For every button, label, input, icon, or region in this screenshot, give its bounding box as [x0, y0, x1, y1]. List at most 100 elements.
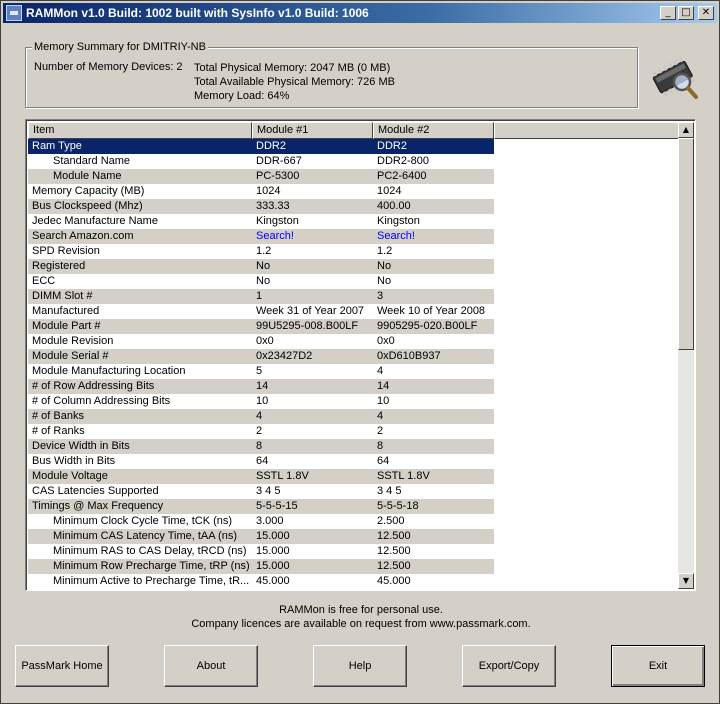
row-module-2-value: 3 4 5: [377, 485, 402, 497]
table-row[interactable]: Minimum RAS to CAS Delay, tRCD (ns) 15.00…: [28, 544, 679, 559]
table-row[interactable]: SPD Revision 1.2 1.2: [28, 244, 679, 259]
table-row[interactable]: Bus Clockspeed (Mhz) 333.33 400.00: [28, 199, 679, 214]
table-row[interactable]: Module Part #99U5295-008.B00LF 9905295-02…: [28, 319, 679, 334]
row-module-1-value: 8: [252, 439, 373, 454]
row-filler: [494, 424, 679, 439]
amazon-search-link[interactable]: Search!: [373, 229, 494, 244]
row-filler: [494, 139, 679, 154]
row-module-2-value: 1.2: [377, 245, 393, 257]
module-details-table[interactable]: Item Module #1 Module #2 Ram Type DDR2 DDR…: [25, 119, 696, 591]
table-row[interactable]: Ram Type DDR2 DDR2: [28, 139, 679, 154]
table-row[interactable]: Jedec Manufacture Name Kingston Kingston: [28, 214, 679, 229]
row-item-label: Minimum Clock Cycle Time, tCK (ns): [53, 515, 233, 527]
table-row[interactable]: Manufactured Week 31 of Year 2007 Week 10 …: [28, 304, 679, 319]
table-row[interactable]: # of Banks 4 4: [28, 409, 679, 424]
row-item-label: Module Serial #: [28, 349, 252, 364]
row-module-1-value: SSTL 1.8V: [252, 469, 373, 484]
passmark-home-button[interactable]: PassMark Home: [15, 645, 109, 687]
row-module-1-value: 2: [256, 425, 263, 437]
row-module-2-value: No: [373, 259, 494, 274]
table-row[interactable]: Minimum Clock Cycle Time, tCK (ns) 3.000 2…: [28, 514, 679, 529]
table-row[interactable]: Standard Name DDR-667 DDR2-800: [28, 154, 679, 169]
column-header-item[interactable]: Item: [28, 122, 252, 139]
column-header-module-1[interactable]: Module #1: [252, 122, 373, 139]
vertical-scrollbar[interactable]: ▲ ▼: [678, 122, 694, 589]
minimize-button[interactable]: _: [660, 6, 676, 20]
row-item-label: Bus Clockspeed (Mhz): [28, 199, 252, 214]
table-row[interactable]: Minimum Row Precharge Time, tRP (ns) 15.0…: [28, 559, 679, 574]
table-row[interactable]: # of Ranks 2 2: [28, 424, 679, 439]
row-module-1-value: 1: [252, 289, 373, 304]
table-row[interactable]: Search Amazon.com Search! Search!: [28, 229, 679, 244]
row-filler: [494, 274, 679, 289]
row-module-2-value: 45.000: [377, 575, 411, 587]
table-row[interactable]: Module Manufacturing Location 5 4: [28, 364, 679, 379]
row-filler: [494, 394, 679, 409]
row-filler: [494, 514, 679, 529]
table-row[interactable]: DIMM Slot #1 3: [28, 289, 679, 304]
row-item-label: Jedec Manufacture Name: [32, 215, 158, 227]
table-row[interactable]: Module Serial #0x23427D2 0xD610B937: [28, 349, 679, 364]
row-module-1-value: 5: [256, 365, 263, 377]
table-row[interactable]: ECC No No: [28, 274, 679, 289]
table-row[interactable]: # of Column Addressing Bits 10 10: [28, 394, 679, 409]
total-physical-memory: Total Physical Memory: 2047 MB (0 MB): [194, 62, 391, 74]
table-row[interactable]: # of Row Addressing Bits 14 14: [28, 379, 679, 394]
table-row[interactable]: Minimum CAS Latency Time, tAA (ns) 15.000…: [28, 529, 679, 544]
maximize-button[interactable]: □: [678, 6, 694, 20]
table-row[interactable]: Memory Capacity (MB) 1024 1024: [28, 184, 679, 199]
table-row[interactable]: Module Name PC-5300 PC2-6400: [28, 169, 679, 184]
table-row[interactable]: Bus Width in Bits 64 64: [28, 454, 679, 469]
close-button[interactable]: ✕: [698, 6, 714, 20]
row-filler: [494, 199, 679, 214]
row-module-1-value: 15.000: [252, 559, 373, 574]
row-item-label: Module Revision: [32, 335, 114, 347]
memory-load: Memory Load: 64%: [194, 90, 290, 102]
row-module-2-value: DDR2-800: [377, 155, 429, 167]
row-module-1-value: DDR2: [252, 139, 373, 154]
row-item-label: SPD Revision: [32, 245, 100, 257]
row-module-2-value: 400.00: [373, 199, 494, 214]
exit-button[interactable]: Exit: [611, 645, 705, 687]
amazon-search-link[interactable]: Search!: [252, 229, 373, 244]
scroll-down-arrow-icon[interactable]: ▼: [678, 573, 694, 589]
row-item-label: Registered: [28, 259, 252, 274]
row-module-2-value: 0xD610B937: [373, 349, 494, 364]
row-item-label: Bus Width in Bits: [32, 455, 116, 467]
about-button[interactable]: About: [164, 645, 258, 687]
row-filler: [494, 289, 679, 304]
row-module-1-value: 333.33: [252, 199, 373, 214]
row-module-2-value: 4: [377, 365, 384, 377]
row-filler: [494, 229, 679, 244]
export-copy-button[interactable]: Export/Copy: [462, 645, 556, 687]
table-row[interactable]: Registered No No: [28, 259, 679, 274]
row-module-2-value: 1024: [377, 185, 402, 197]
row-module-1-value: PC-5300: [252, 169, 373, 184]
row-filler: [494, 169, 679, 184]
column-header-module-2[interactable]: Module #2: [373, 122, 494, 139]
table-row[interactable]: Device Width in Bits 8 8: [28, 439, 679, 454]
row-module-1-value: 1.2: [256, 245, 272, 257]
row-module-1-value: No: [256, 275, 271, 287]
row-module-2-value: 0x0: [377, 335, 395, 347]
title-bar[interactable]: RAMMon v1.0 Build: 1002 built with SysIn…: [3, 3, 717, 23]
help-button[interactable]: Help: [313, 645, 407, 687]
table-row[interactable]: CAS Latencies Supported 3 4 5 3 4 5: [28, 484, 679, 499]
table-row[interactable]: Module Revision 0x0 0x0: [28, 334, 679, 349]
table-body: Ram Type DDR2 DDR2 Standard Name DDR-667 DDR2…: [28, 139, 679, 589]
row-filler: [494, 334, 679, 349]
table-row[interactable]: Module Voltage SSTL 1.8V SSTL 1.8V: [28, 469, 679, 484]
table-row[interactable]: Timings @ Max Frequency 5-5-5-15 5-5-5-18: [28, 499, 679, 514]
row-item-label: Standard Name: [53, 155, 131, 167]
column-header-filler: [494, 122, 679, 139]
table-row[interactable]: Minimum Active to Precharge Time, tR... 4…: [28, 574, 679, 589]
scroll-thumb[interactable]: [678, 138, 694, 350]
scroll-up-arrow-icon[interactable]: ▲: [678, 122, 694, 138]
row-item-label: Module Manufacturing Location: [32, 365, 186, 377]
row-module-1-value: 10: [256, 395, 269, 407]
row-module-1-value: 0x0: [256, 335, 274, 347]
row-filler: [494, 364, 679, 379]
memory-summary-legend: Memory Summary for DMITRIY-NB: [32, 41, 208, 53]
row-module-1-value: 3.000: [256, 515, 284, 527]
row-item-label: Module Name: [28, 169, 252, 184]
